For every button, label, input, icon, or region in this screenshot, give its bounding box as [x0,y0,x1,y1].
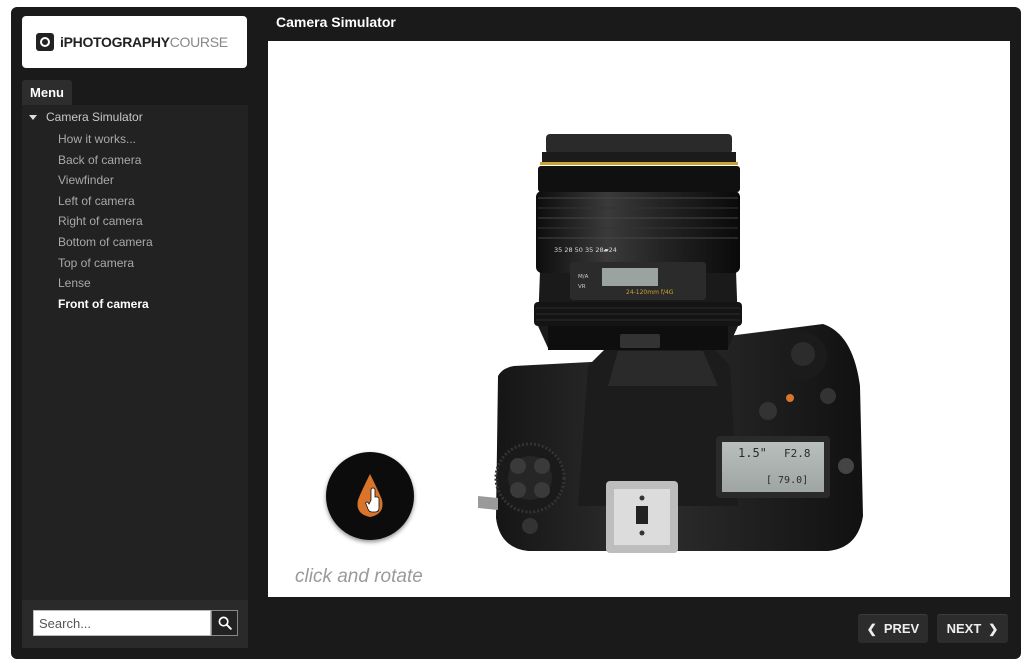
lens-switch-b: VR [578,284,586,290]
lcd-shutter: 1.5" [738,446,767,460]
search-icon [218,616,232,630]
search-button[interactable] [211,610,238,636]
menu-list: How it works... Back of camera Viewfinder L… [58,129,153,314]
menu-item-how-it-works[interactable]: How it works... [58,129,153,150]
menu-item-right-of-camera[interactable]: Right of camera [58,211,153,232]
lcd-aperture: F2.8 [784,447,811,460]
rotate-instruction: click and rotate [295,566,423,587]
camera-front-view: 1.5" F2.8 [ 79.0] 35 28 50 35 28▰24 M/A … [478,134,863,553]
search-panel [22,600,248,648]
menu-item-top-of-camera[interactable]: Top of camera [58,253,153,274]
menu-item-camera-simulator[interactable]: Camera Simulator [28,108,143,126]
prev-button[interactable]: ❮ PREV [858,614,928,643]
camera-image[interactable]: 1.5" F2.8 [ 79.0] 35 28 50 35 28▰24 M/A … [468,86,868,561]
search-input[interactable] [33,610,211,636]
drop-hand-icon [357,474,383,517]
menu-parent-label: Camera Simulator [46,110,143,124]
lcd-exposure: [ 79.0] [766,475,808,486]
menu-item-viewfinder[interactable]: Viewfinder [58,170,153,191]
menu-tab[interactable]: Menu [22,80,72,105]
next-label: NEXT [946,621,982,636]
simulator-stage: 1.5" F2.8 [ 79.0] 35 28 50 35 28▰24 M/A … [268,41,1010,597]
lens-switch-a: M/A [578,274,589,280]
triangle-down-icon [29,114,37,120]
menu-item-left-of-camera[interactable]: Left of camera [58,191,153,212]
lens-model: 24-120mm f/4G [626,289,674,296]
menu-item-front-of-camera[interactable]: Front of camera [58,294,153,315]
rotate-control-button[interactable] [326,452,414,540]
prev-label: PREV [883,621,920,636]
menu-item-lense[interactable]: Lense [58,273,153,294]
lens-zoom-scale: 35 28 50 35 28▰24 [554,246,617,254]
logo-text-light: COURSE [169,34,228,50]
camera-logo-icon [36,33,54,51]
next-button[interactable]: NEXT ❯ [937,614,1008,643]
logo-text-bold: iPHOTOGRAPHY [60,34,170,50]
menu-item-back-of-camera[interactable]: Back of camera [58,150,153,171]
site-logo[interactable]: iPHOTOGRAPHYCOURSE [22,16,247,68]
menu-item-bottom-of-camera[interactable]: Bottom of camera [58,232,153,253]
chevron-left-icon: ❮ [866,621,877,636]
page-title: Camera Simulator [276,14,396,30]
menu-panel: Camera Simulator How it works... Back of … [22,105,248,600]
chevron-right-icon: ❯ [988,621,999,636]
